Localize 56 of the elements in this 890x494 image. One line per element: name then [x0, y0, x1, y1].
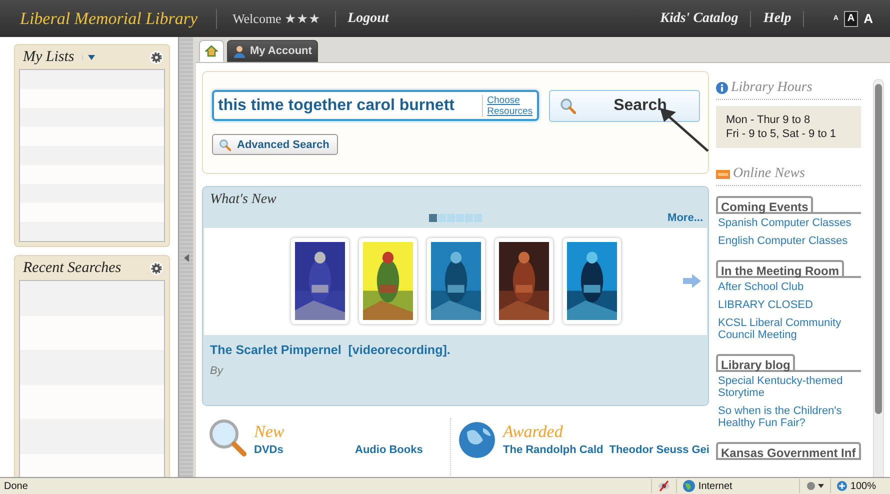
panel-title: My Lists — [23, 48, 74, 66]
news-link[interactable]: LIBRARY CLOSED — [716, 296, 861, 314]
search-field[interactable]: this time together carol burnett Choose Resources — [212, 90, 539, 121]
collapse-arrow-icon[interactable] — [184, 254, 188, 262]
news-link[interactable]: After School Club — [716, 278, 861, 296]
header-link[interactable]: Kids' Catalog — [648, 10, 752, 26]
tab[interactable]: My Account — [227, 40, 318, 62]
section-title: Library Hours — [731, 80, 812, 96]
news-group-tab[interactable]: Library blog — [716, 354, 796, 372]
category-link[interactable]: Audio Books — [355, 444, 450, 456]
news-link[interactable]: KCSL Liberal Community Council Meeting — [716, 314, 861, 344]
dropdown-icon[interactable] — [88, 54, 96, 60]
info-icon — [716, 82, 728, 94]
section-title: Online News — [733, 166, 805, 182]
zoom-level[interactable]: 100% — [850, 480, 876, 492]
home-icon — [205, 45, 218, 57]
section-title: Awarded — [503, 421, 564, 442]
section-title: What's New — [210, 192, 276, 207]
choose-resources-link[interactable]: Choose Resources — [482, 94, 537, 116]
person-icon — [233, 44, 246, 58]
status-text: Done — [3, 480, 29, 492]
globe-icon — [683, 480, 696, 492]
zone-text: Internet — [698, 480, 732, 492]
magnifier-icon — [208, 418, 248, 458]
search-button[interactable]: Search — [548, 90, 700, 122]
news-link[interactable]: So when is the Children's Healthy Fun Fair? — [716, 402, 861, 432]
item-title-link[interactable]: The Scarlet Pimpernel [videorecording]. — [203, 334, 708, 357]
rss-icon — [716, 170, 730, 178]
text-size-button[interactable]: A — [844, 10, 858, 26]
tab[interactable] — [199, 40, 224, 62]
welcome-text: Welcome ★★★ — [216, 10, 336, 26]
category-link[interactable]: DVDs — [254, 444, 349, 456]
item-author: By — [209, 364, 224, 377]
page-indicator[interactable] — [429, 214, 437, 222]
panel-title: Recent Searches — [23, 260, 122, 276]
zoom-icon — [837, 481, 848, 491]
category-link[interactable]: The Randolph Cald — [503, 444, 604, 456]
hours-box: Mon - Thur 9 to 8 Fri - 9 to 5, Sat - 9 to 1 — [716, 106, 861, 148]
section-title: New — [254, 421, 286, 442]
news-link[interactable]: Spanish Computer Classes — [716, 214, 861, 232]
text-size-button[interactable]: A — [860, 10, 876, 26]
news-group-tab[interactable]: Kansas Government Inf — [716, 442, 861, 460]
news-group-tab[interactable]: In the Meeting Room — [716, 260, 844, 278]
category-link[interactable]: Theodor Seuss Gei — [609, 444, 710, 456]
search-icon — [219, 138, 231, 150]
more-link[interactable]: More... — [668, 212, 703, 224]
scrollbar[interactable] — [873, 79, 884, 478]
advanced-search-button[interactable]: Advanced Search — [212, 134, 338, 155]
search-icon — [560, 98, 576, 114]
news-link[interactable]: Special Kentucky-themed Storytime — [716, 372, 861, 402]
header-link[interactable]: Help — [751, 10, 804, 26]
logout-link[interactable]: Logout — [336, 10, 401, 26]
news-group-tab[interactable]: Coming Events — [716, 196, 814, 214]
library-logo-title[interactable]: Liberal Memorial Library — [0, 8, 217, 28]
news-link[interactable]: English Computer Classes — [716, 232, 861, 250]
privacy-icon — [658, 480, 670, 492]
